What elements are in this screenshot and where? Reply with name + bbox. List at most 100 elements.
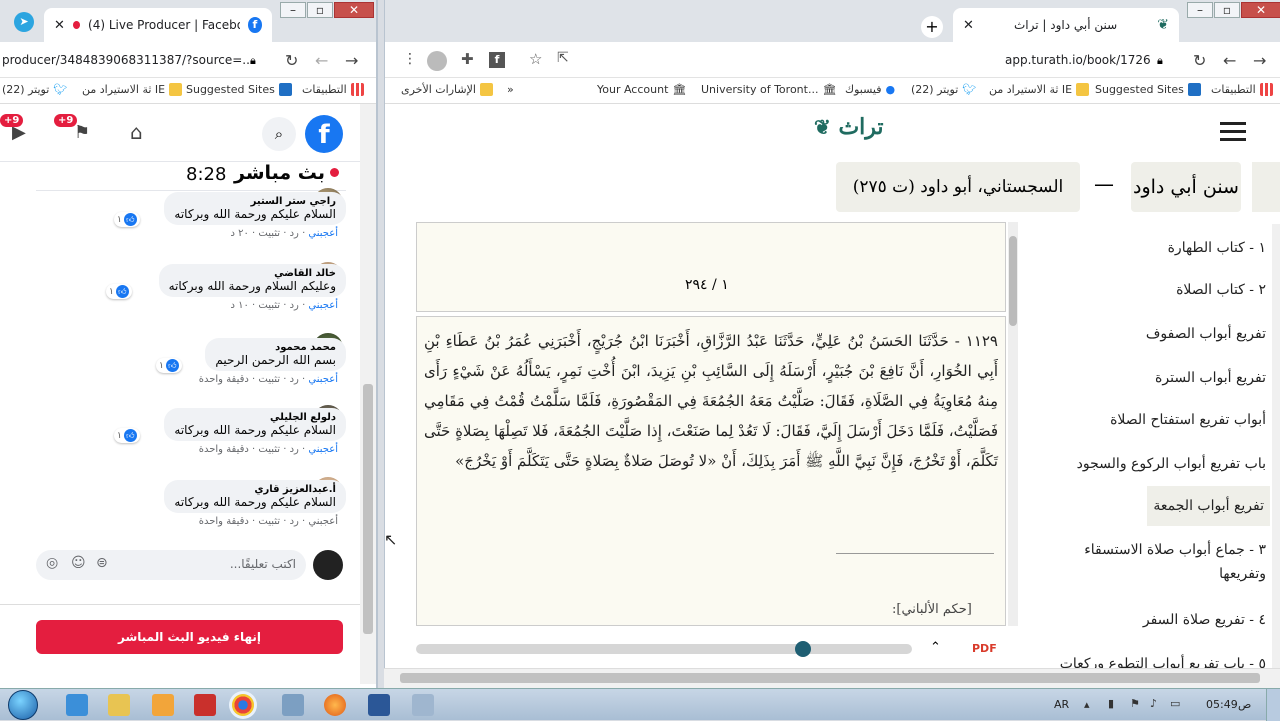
like-link[interactable]: أعجبني bbox=[308, 228, 338, 239]
firefox-icon[interactable] bbox=[324, 694, 346, 716]
bookmark-apps[interactable]: التطبيقات bbox=[302, 83, 364, 96]
toc-item[interactable]: ١ - كتاب الطهارة bbox=[1168, 236, 1266, 260]
share-icon[interactable]: ⇱ bbox=[557, 50, 569, 66]
url-field[interactable]: app.turath.io/book/1726 bbox=[1005, 48, 1151, 72]
new-tab-button[interactable]: + bbox=[921, 16, 943, 38]
search-icon[interactable]: ⌕ bbox=[262, 117, 296, 151]
maximize-button[interactable]: ▫ bbox=[307, 2, 333, 18]
author-name[interactable]: السجستاني، أبو داود (ت ٢٧٥) bbox=[836, 162, 1080, 212]
bookmark-your-account[interactable]: Your Account 🏛︎ bbox=[597, 83, 686, 96]
comment-input[interactable]: اكتب تعليقًا... ◎ ☺ ⊜ bbox=[36, 550, 306, 580]
bookmark-overflow[interactable]: » bbox=[507, 83, 514, 96]
bookmark-suggested-sites[interactable]: Suggested Sites bbox=[1095, 83, 1201, 96]
page-slider[interactable] bbox=[416, 641, 912, 657]
ie-icon[interactable] bbox=[66, 694, 88, 716]
forward-icon[interactable]: → bbox=[1253, 51, 1266, 70]
url-field[interactable]: producer/3484839068311387/?source=... bbox=[2, 48, 264, 72]
media-player-icon[interactable] bbox=[152, 694, 174, 716]
toc-item[interactable]: ٣ - جماع أبواب صلاة الاستسقاء وتفريعها bbox=[1056, 538, 1266, 586]
bookmark-facebook[interactable]: فيسبوك ● bbox=[845, 83, 895, 96]
toc-item[interactable]: باب تفريع أبواب الركوع والسجود bbox=[1077, 452, 1266, 476]
hamburger-menu-icon[interactable] bbox=[1220, 122, 1246, 142]
bookmark-apps[interactable]: التطبيقات bbox=[1211, 83, 1273, 96]
clock-time[interactable]: 05:49 bbox=[1206, 698, 1238, 711]
bookmark-university[interactable]: University of Toront... 🏛︎ bbox=[701, 83, 836, 96]
reload-icon[interactable]: ↻ bbox=[285, 51, 298, 70]
menu-dots-icon[interactable]: ⋮ bbox=[403, 51, 417, 67]
chevron-up-icon[interactable]: ⌃ bbox=[930, 640, 941, 655]
comment-actions[interactable]: · رد · تثبيت · ٢٠ د bbox=[230, 228, 308, 239]
flag-tray-icon[interactable]: ⚑ bbox=[1130, 697, 1140, 710]
comment-actions[interactable]: · رد · تثبيت · دقيقة واحدة bbox=[199, 516, 309, 527]
breadcrumb-overflow[interactable] bbox=[1252, 162, 1280, 212]
gif-icon[interactable]: ⊜ bbox=[96, 555, 108, 571]
book-title[interactable]: سنن أبي داود bbox=[1131, 162, 1241, 212]
bookmark-other[interactable]: الإشارات الأخرى bbox=[401, 83, 493, 96]
comment-actions[interactable]: · رد · تثبيت · ١٠ د bbox=[230, 300, 308, 311]
site-brand[interactable]: تراث ❦ bbox=[814, 114, 884, 140]
toc-item[interactable]: ٤ - تفريع صلاة السفر bbox=[1143, 608, 1266, 632]
end-live-video-button[interactable]: إنهاء فيديو البث المباشر bbox=[36, 620, 343, 654]
lock-icon[interactable]: 🔒︎ bbox=[1157, 54, 1163, 68]
telegram-icon[interactable]: ➤ bbox=[14, 12, 34, 32]
facebook-tab[interactable]: ✕ (4) Live Producer | Facebook f bbox=[44, 8, 272, 42]
extensions-puzzle-icon[interactable]: ✚ bbox=[461, 50, 474, 68]
home-icon[interactable]: ⌂ bbox=[130, 120, 143, 144]
scrollbar[interactable] bbox=[360, 104, 376, 684]
tool-icon[interactable] bbox=[282, 694, 304, 716]
word-icon[interactable] bbox=[368, 694, 390, 716]
facebook-extension-icon[interactable]: f bbox=[489, 52, 505, 68]
comment-author[interactable]: دلولع الجليلي bbox=[174, 412, 336, 423]
horizontal-scrollbar-thumb[interactable] bbox=[400, 673, 1260, 683]
start-button[interactable] bbox=[8, 690, 38, 720]
minimize-button[interactable]: – bbox=[1187, 2, 1213, 18]
bookmark-star-icon[interactable]: ☆ bbox=[529, 50, 542, 68]
bookmark-ie-import[interactable]: ثة الاستيراد من IE bbox=[989, 83, 1090, 96]
toc-item[interactable]: أبواب تفريع استفتاح الصلاة bbox=[1110, 408, 1266, 432]
reader-scrollbar-thumb[interactable] bbox=[1009, 236, 1017, 326]
flag-icon[interactable]: ⚑ bbox=[74, 122, 90, 143]
like-count-badge[interactable]: ١ 👍︎ bbox=[106, 284, 132, 299]
minimize-button[interactable]: – bbox=[280, 2, 306, 18]
show-desktop-button[interactable] bbox=[1266, 689, 1280, 721]
like-link[interactable]: أعجبني bbox=[308, 444, 338, 455]
toc-item[interactable]: ٢ - كتاب الصلاة bbox=[1176, 278, 1266, 302]
reader-scrollbar[interactable] bbox=[1008, 222, 1018, 626]
bookmark-suggested-sites[interactable]: Suggested Sites bbox=[186, 83, 292, 96]
network-icon[interactable]: ▮ bbox=[1108, 697, 1114, 710]
toc-item[interactable]: تفريع أبواب السترة bbox=[1155, 366, 1266, 390]
turath-tab[interactable]: ✕ سنن أبي داود | تراث ❦ bbox=[953, 8, 1179, 42]
scrollbar-thumb[interactable] bbox=[363, 384, 373, 634]
like-link[interactable]: أعجبني bbox=[308, 300, 338, 311]
horizontal-scrollbar[interactable] bbox=[384, 668, 1280, 688]
sticker-icon[interactable]: ◎ bbox=[46, 555, 58, 571]
bookmark-twitter[interactable]: (22) تويتر 🐦︎ bbox=[2, 83, 67, 96]
bookmark-twitter[interactable]: (22) تويتر 🐦︎ bbox=[911, 83, 976, 96]
back-icon[interactable]: ← bbox=[1223, 51, 1236, 70]
forward-icon[interactable]: → bbox=[345, 51, 358, 70]
volume-icon[interactable]: ♪ bbox=[1150, 697, 1157, 710]
language-indicator[interactable]: AR bbox=[1054, 698, 1069, 711]
like-link[interactable]: أعجبني bbox=[308, 516, 338, 527]
close-window-button[interactable]: ✕ bbox=[1241, 2, 1280, 18]
pdf-button[interactable]: PDF bbox=[972, 642, 997, 655]
comment-author[interactable]: أ.عبدالعزيز قاري bbox=[174, 484, 336, 495]
like-count-badge[interactable]: ١ 👍︎ bbox=[114, 428, 140, 443]
tab-close-icon[interactable]: ✕ bbox=[54, 18, 65, 33]
close-window-button[interactable]: ✕ bbox=[334, 2, 374, 18]
comment-author[interactable]: راجي ستر الستير bbox=[174, 196, 336, 207]
comment-author[interactable]: خالد القاضي bbox=[169, 268, 336, 279]
pdf-reader-icon[interactable] bbox=[194, 694, 216, 716]
tab-close-icon[interactable]: ✕ bbox=[963, 18, 974, 33]
battery-icon[interactable]: ▭ bbox=[1170, 697, 1180, 710]
toc-item[interactable]: تفريع أبواب الصفوف bbox=[1146, 322, 1266, 346]
like-count-badge[interactable]: ١ 👍︎ bbox=[156, 358, 182, 373]
notepad-icon[interactable] bbox=[412, 694, 434, 716]
back-icon[interactable]: ← bbox=[315, 51, 328, 70]
tray-chevron-icon[interactable]: ▴ bbox=[1084, 698, 1090, 711]
toc-scrollbar[interactable] bbox=[1272, 224, 1280, 670]
comment-actions[interactable]: · رد · تثبيت · دقيقة واحدة bbox=[199, 374, 309, 385]
comment-author[interactable]: محمد محمود bbox=[215, 342, 336, 353]
reload-icon[interactable]: ↻ bbox=[1193, 51, 1206, 70]
facebook-logo-icon[interactable]: f bbox=[305, 115, 343, 153]
